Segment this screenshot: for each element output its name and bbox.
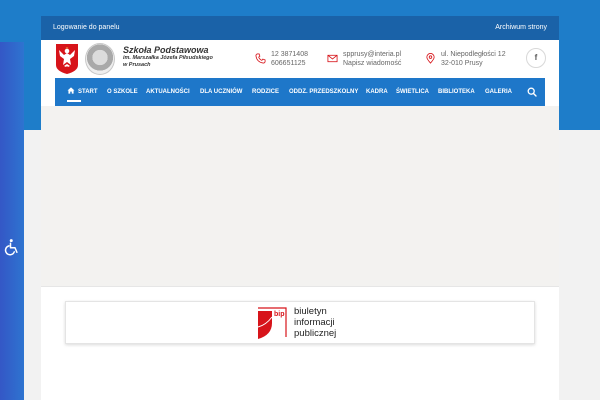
address-line-1: ul. Niepodległości 12: [441, 51, 506, 58]
nav-item-dla-uczniow[interactable]: DLA UCZNIÓW: [200, 78, 242, 106]
nav-item-kadra[interactable]: KADRA: [366, 78, 388, 106]
address-line-2: 32-010 Prusy: [441, 60, 483, 67]
bip-logo-icon: bip: [257, 307, 287, 339]
home-icon: [67, 87, 75, 94]
nav-item-biblioteka[interactable]: BIBLIOTEKA: [438, 78, 475, 106]
nav-active-indicator: [67, 100, 81, 102]
nav-item-galeria[interactable]: GALERIA: [485, 78, 512, 106]
nav-label: START: [78, 89, 98, 95]
location-pin-icon: [426, 53, 435, 64]
school-name-line2: im. Marszałka Józefa Piłsudskiego: [123, 55, 213, 61]
site-header: Szkoła Podstawowa im. Marszałka Józefa P…: [41, 40, 559, 78]
page-container: Logowanie do panelu Archiwum strony Szko…: [41, 16, 559, 400]
facebook-icon[interactable]: f: [526, 48, 546, 68]
school-name-line1: Szkoła Podstawowa: [123, 45, 209, 55]
patron-portrait: [85, 43, 115, 75]
archive-link[interactable]: Archiwum strony: [495, 24, 547, 31]
nav-item-aktualnosci[interactable]: AKTUALNOŚCI: [146, 78, 190, 106]
nav-item-swietlica[interactable]: ŚWIETLICA: [396, 78, 429, 106]
bip-line-2: informacji: [294, 317, 335, 328]
accessibility-side-strip: [0, 42, 24, 400]
school-name[interactable]: Szkoła Podstawowa im. Marszałka Józefa P…: [123, 45, 213, 69]
bip-banner[interactable]: bip biuletyn informacji publicznej: [65, 301, 535, 344]
login-link[interactable]: Logowanie do panelu: [53, 24, 120, 31]
envelope-icon: [327, 54, 338, 63]
bip-text: biuletyn informacji publicznej: [294, 306, 336, 339]
phone-number-2: 606651125: [271, 60, 306, 67]
main-navigation: START O SZKOLE AKTUALNOŚCI DLA UCZNIÓW R…: [55, 78, 545, 106]
section-divider: [41, 286, 559, 287]
school-name-line3: w Prusach: [123, 62, 151, 68]
email-address: spprusy@interia.pl: [343, 51, 402, 58]
bip-logo-text: bip: [274, 311, 285, 318]
search-icon[interactable]: [527, 87, 537, 97]
wheelchair-icon[interactable]: [3, 238, 21, 256]
polish-eagle-emblem-icon[interactable]: [55, 43, 79, 75]
bip-line-3: publicznej: [294, 328, 337, 339]
phone-number-1: 12 3871408: [271, 51, 308, 58]
nav-item-o-szkole[interactable]: O SZKOLE: [107, 78, 138, 106]
bip-line-1: biuletyn: [294, 306, 327, 317]
email-subtext: Napisz wiadomość: [343, 60, 402, 67]
phone-icon: [255, 53, 266, 64]
nav-item-oddz-przedszkolny[interactable]: ODDZ. PRZEDSZKOLNY: [289, 78, 358, 106]
top-bar: Logowanie do panelu Archiwum strony: [41, 16, 559, 40]
hero-slider-area: [41, 106, 559, 286]
nav-item-rodzice[interactable]: RODZICE: [252, 78, 279, 106]
